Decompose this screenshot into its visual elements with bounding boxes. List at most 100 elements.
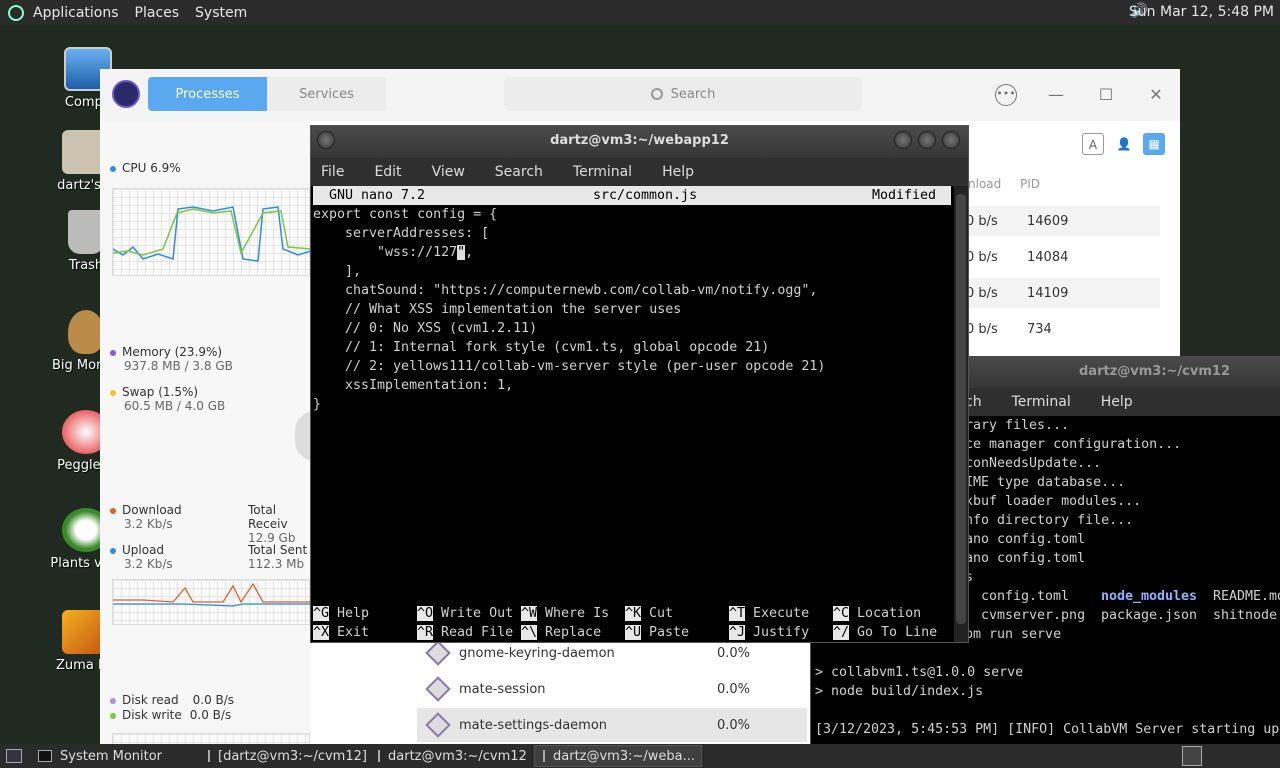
applications-menu[interactable]: Applications — [33, 5, 119, 21]
table-row[interactable]: 0 b/s 14609 — [962, 206, 1160, 236]
disk-read-label: Disk read — [122, 693, 179, 707]
text-cursor: " — [457, 245, 466, 260]
search-input[interactable]: Search — [504, 77, 862, 111]
column-download[interactable]: nload — [968, 177, 1001, 191]
nano-version: GNU nano 7.2 — [329, 188, 426, 203]
scrollbar-thumb[interactable] — [956, 194, 966, 624]
shortcut-help[interactable]: ^G Help — [313, 604, 369, 623]
shortcut-label: Location — [857, 606, 922, 621]
process-icon — [425, 712, 451, 738]
process-name: mate-session — [459, 681, 546, 697]
shortcut-cut[interactable]: ^K Cut — [625, 604, 673, 623]
minimize-icon[interactable]: — — [1045, 84, 1067, 106]
process-cpu: 0.0% — [717, 645, 751, 661]
process-row[interactable]: mate-session 0.0% — [417, 672, 807, 706]
terminal-scrollbar[interactable] — [954, 186, 968, 642]
shortcut-key: ^C — [833, 606, 850, 621]
pid-cell: 14084 — [1027, 249, 1069, 265]
taskbar-label: dartz@vm3:~/weba... — [553, 748, 696, 764]
column-pid[interactable]: PID — [1020, 177, 1040, 191]
taskbar-label: dartz@vm3:~/cvm12 — [388, 748, 527, 764]
process-name: gnome-keyring-daemon — [459, 645, 615, 661]
tab-processes[interactable]: Processes — [148, 77, 267, 111]
clock[interactable]: Sun Mar 12, 5:48 PM — [1129, 4, 1274, 20]
process-icon — [425, 676, 451, 702]
shortcut-justify[interactable]: ^J Justify — [729, 623, 809, 642]
terminal-icon — [543, 750, 545, 762]
nano-editor[interactable]: GNU nano 7.2 src/common.js Modified expo… — [311, 186, 968, 642]
menu-edit[interactable]: Edit — [374, 164, 401, 180]
system-menu[interactable]: System — [195, 5, 247, 21]
code-text: , — [465, 245, 474, 260]
menu-terminal[interactable]: Terminal — [1012, 394, 1071, 410]
menu-icon[interactable]: ••• — [995, 84, 1017, 106]
taskbar-item-webapp12[interactable]: dartz@vm3:~/weba... — [534, 745, 702, 767]
pid-cell: 734 — [1027, 321, 1052, 337]
tree-view-icon[interactable]: ▦ — [1143, 133, 1165, 155]
trash-icon — [68, 210, 104, 254]
monitor-icon — [38, 750, 52, 762]
process-row[interactable]: mate-settings-daemon 0.0% — [417, 708, 807, 742]
total-received-label: Total Receiv — [248, 503, 288, 531]
code-line: export const config = { — [313, 207, 498, 222]
table-row[interactable]: 0 b/s 14084 — [962, 242, 1160, 272]
process-cpu: 0.0% — [717, 717, 751, 733]
download-value: 3.2 Kb/s — [124, 517, 173, 531]
close-icon[interactable]: ✕ — [1145, 84, 1167, 106]
nano-window-titlebar[interactable]: dartz@vm3:~/webapp12 — [311, 126, 968, 158]
table-row[interactable]: 0 b/s 734 — [962, 314, 1160, 344]
shortcut-replace[interactable]: ^\ Replace — [521, 623, 601, 642]
nano-filename: src/common.js — [593, 188, 698, 203]
network-graph-line — [113, 582, 311, 607]
taskbar-item-system-monitor[interactable]: System Monitor — [30, 745, 196, 767]
mate-logo-icon[interactable] — [8, 4, 24, 21]
shortcut-key: ^J — [729, 625, 746, 640]
code-line: // 2: yellows111/collab-vm-server style … — [313, 359, 826, 374]
window-menu-icon[interactable] — [317, 131, 335, 149]
menu-terminal[interactable]: Terminal — [573, 164, 632, 180]
user-icon[interactable]: 👤 — [1113, 133, 1135, 155]
rate-cell: 0 b/s — [966, 213, 998, 229]
close-icon[interactable] — [942, 131, 960, 149]
shortcut-write-out[interactable]: ^O Write Out — [417, 604, 513, 623]
minimize-icon[interactable] — [894, 131, 912, 149]
shortcut-go-to-line[interactable]: ^/ Go To Line — [833, 623, 937, 642]
menu-view[interactable]: View — [432, 164, 465, 180]
disk-write-value: 0.0 B/s — [189, 708, 232, 722]
code-line: serverAddresses: [ — [313, 226, 490, 241]
menu-search[interactable]: Search — [495, 164, 543, 180]
taskbar-item-cvm12[interactable]: dartz@vm3:~/cvm12 — [370, 745, 530, 767]
maximize-icon[interactable]: ☐ — [1095, 84, 1117, 106]
menu-file[interactable]: File — [321, 164, 344, 180]
view-icon[interactable]: A — [1082, 133, 1104, 155]
code-line: ], — [313, 264, 362, 279]
taskbar-item-cvm12-minimized[interactable]: [dartz@vm3:~/cvm12] — [200, 745, 367, 767]
memory-dot — [110, 349, 116, 356]
swap-value: 60.5 MB / 4.0 GB — [124, 399, 226, 413]
disk-write-label: Disk write — [122, 708, 182, 722]
tab-services[interactable]: Services — [267, 77, 386, 111]
maximize-icon[interactable] — [918, 131, 936, 149]
shortcut-key: ^\ — [521, 625, 538, 640]
places-menu[interactable]: Places — [135, 5, 180, 21]
menu-help[interactable]: Help — [662, 164, 694, 180]
code-line: // What XSS implementation the server us… — [313, 302, 682, 317]
ls-file: cvmserver.png — [981, 608, 1086, 623]
code-line: xssImplementation: 1, — [313, 378, 514, 393]
workspace-switcher-icon[interactable] — [1182, 746, 1202, 766]
show-desktop-icon[interactable] — [6, 749, 22, 763]
nano-modified: Modified — [872, 188, 937, 203]
ls-file: README.md — [1213, 589, 1280, 604]
table-row[interactable]: 0 b/s 14109 — [962, 278, 1160, 308]
menu-help[interactable]: Help — [1101, 394, 1133, 410]
shortcut-read-file[interactable]: ^R Read File — [417, 623, 513, 642]
memory-label: Memory (23.9%) — [122, 345, 223, 359]
shortcut-location[interactable]: ^C Location — [833, 604, 921, 623]
shortcut-exit[interactable]: ^X Exit — [313, 623, 369, 642]
shortcut-where-is[interactable]: ^W Where Is — [521, 604, 609, 623]
shortcut-key: ^T — [729, 606, 746, 621]
shortcut-paste[interactable]: ^U Paste — [625, 623, 689, 642]
shortcut-label: Replace — [545, 625, 602, 640]
shortcut-execute[interactable]: ^T Execute — [729, 604, 809, 623]
